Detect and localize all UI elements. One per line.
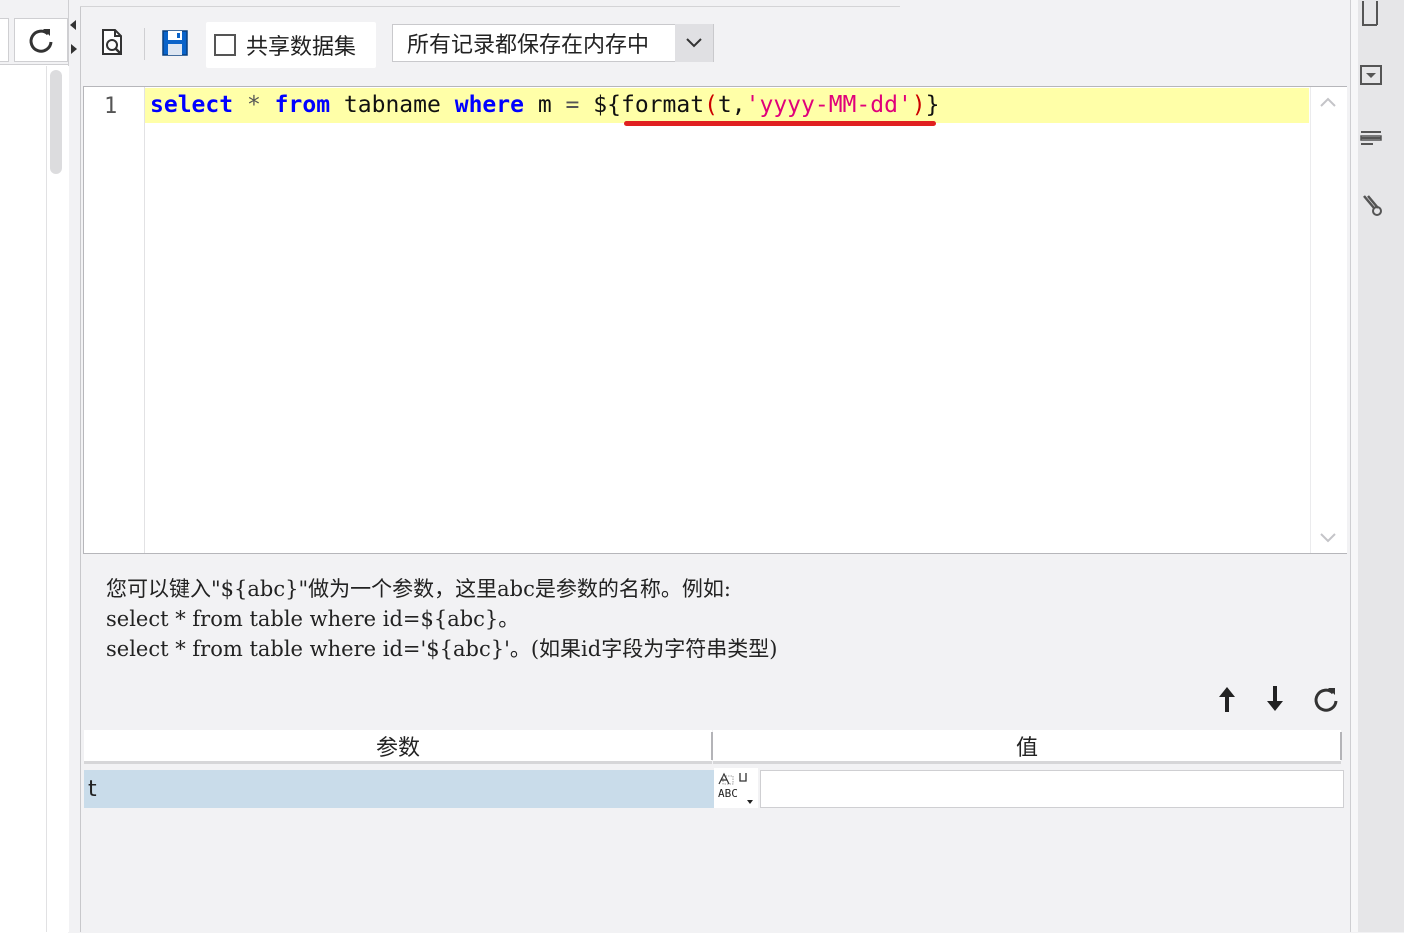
scroll-up-icon[interactable] bbox=[1316, 92, 1340, 112]
table-name: tabname bbox=[343, 92, 441, 118]
link-icon[interactable] bbox=[1356, 190, 1386, 220]
align-lines-icon[interactable] bbox=[1356, 124, 1386, 154]
format-string: 'yyyy-MM-dd' bbox=[745, 92, 912, 118]
keyword-where: where bbox=[454, 92, 524, 118]
left-scrollbar-thumb[interactable] bbox=[50, 70, 62, 174]
left-scrollbar[interactable] bbox=[46, 66, 69, 932]
editor-vertical-scrollbar[interactable] bbox=[1310, 87, 1347, 553]
expand-right-icon[interactable] bbox=[71, 44, 77, 54]
share-dataset-label: 共享数据集 bbox=[246, 35, 357, 60]
storage-mode-value: 所有记录都保存在内存中 bbox=[407, 33, 650, 58]
right-paren: ) bbox=[911, 92, 926, 118]
sql-editor[interactable] bbox=[83, 86, 1347, 554]
keyword-from: from bbox=[274, 92, 331, 118]
refresh-params-button[interactable] bbox=[1309, 682, 1343, 716]
parameter-hint: 您可以键入"${abc}"做为一个参数，这里abc是参数的名称。例如: selec… bbox=[106, 574, 777, 664]
column-name: m bbox=[537, 92, 552, 118]
op-star: * bbox=[246, 92, 261, 118]
line-number-gutter bbox=[84, 87, 145, 553]
refresh-button[interactable] bbox=[14, 18, 68, 62]
move-down-button[interactable] bbox=[1258, 682, 1292, 716]
arrow-down-icon bbox=[1267, 686, 1283, 711]
hint-line-2: select * from table where id=${abc}。 bbox=[106, 607, 520, 631]
param-open: ${ bbox=[593, 92, 621, 118]
save-icon bbox=[162, 30, 188, 56]
header-param[interactable]: 参数 bbox=[84, 730, 712, 764]
header-value[interactable]: 值 bbox=[713, 730, 1341, 764]
param-type-button[interactable]: ABC bbox=[714, 768, 758, 808]
frame-icon[interactable] bbox=[1356, 0, 1386, 30]
param-value-input[interactable] bbox=[760, 770, 1344, 808]
line-number: 1 bbox=[104, 94, 118, 119]
save-button[interactable] bbox=[158, 26, 192, 60]
red-annotation-underline bbox=[624, 121, 936, 126]
scroll-down-icon[interactable] bbox=[1316, 528, 1340, 548]
move-up-button[interactable] bbox=[1210, 682, 1244, 716]
hint-line-1: 您可以键入"${abc}"做为一个参数，这里abc是参数的名称。例如: bbox=[106, 577, 731, 601]
header-separator[interactable] bbox=[711, 732, 713, 760]
refresh-icon bbox=[29, 29, 53, 53]
keyword-select: select bbox=[150, 92, 234, 118]
chevron-down-icon[interactable] bbox=[675, 24, 713, 62]
op-equals: = bbox=[565, 92, 580, 118]
left-toolbar-edge bbox=[0, 18, 9, 62]
hint-line-3: select * from table where id='${abc}'。(如… bbox=[106, 637, 778, 661]
preview-icon bbox=[102, 29, 122, 55]
param-close: } bbox=[925, 92, 940, 118]
function-arg: t, bbox=[717, 92, 746, 118]
collapse-left-icon[interactable] bbox=[70, 20, 76, 30]
param-name-cell[interactable]: t bbox=[84, 770, 714, 808]
abc-text-type-icon: ABC bbox=[718, 772, 753, 804]
storage-mode-select[interactable]: 所有记录都保存在内存中 bbox=[392, 24, 714, 62]
dropdown-box-icon[interactable] bbox=[1356, 60, 1386, 90]
svg-text:ABC: ABC bbox=[718, 787, 738, 800]
left-paren: ( bbox=[704, 92, 718, 118]
sql-code-line[interactable]: select * from tabname where m = ${format… bbox=[150, 90, 940, 120]
toolbar-divider bbox=[144, 28, 145, 60]
function-name: format bbox=[620, 92, 705, 118]
refresh-icon bbox=[1314, 688, 1338, 712]
share-dataset-checkbox[interactable]: 共享数据集 bbox=[206, 22, 376, 68]
top-border bbox=[80, 0, 900, 7]
preview-button[interactable] bbox=[96, 26, 130, 60]
header-separator-end[interactable] bbox=[1340, 732, 1342, 760]
checkbox-square[interactable] bbox=[214, 34, 236, 56]
arrow-up-icon bbox=[1219, 687, 1235, 712]
